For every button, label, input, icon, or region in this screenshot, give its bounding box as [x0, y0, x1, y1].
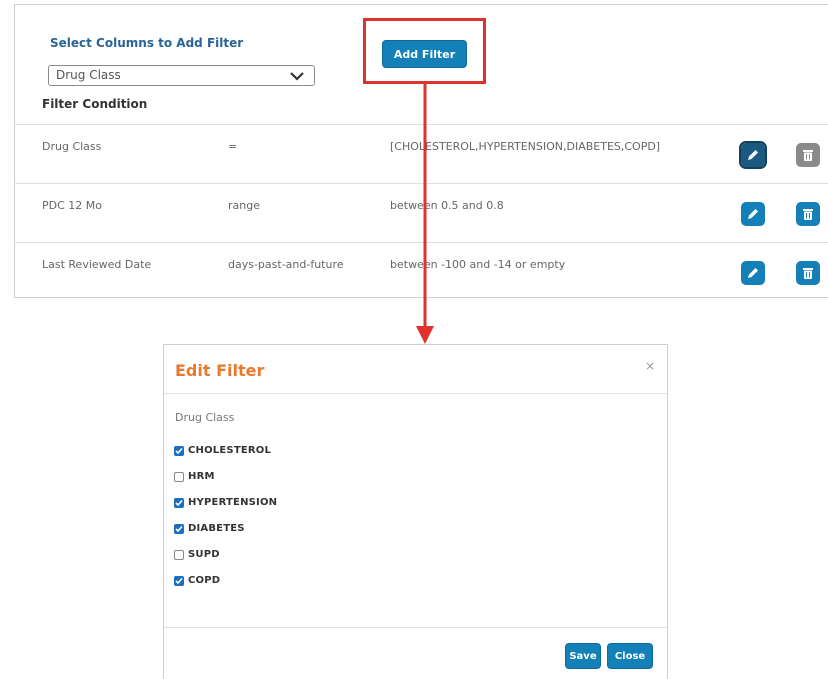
callout-arrow	[416, 82, 434, 344]
column-select[interactable]: Drug Class	[48, 65, 315, 86]
delete-button[interactable]	[796, 202, 820, 226]
row-column-cell: PDC 12 Mo	[42, 199, 102, 212]
checkbox-label: DIABETES	[188, 523, 245, 534]
checkbox[interactable]	[174, 575, 184, 586]
checkbox-option[interactable]: HYPERTENSION	[174, 497, 277, 508]
filter-condition-heading: Filter Condition	[42, 97, 148, 111]
trash-icon	[803, 268, 813, 279]
pencil-icon	[748, 209, 758, 219]
checkbox-label: HYPERTENSION	[188, 497, 278, 508]
modal-footer	[164, 627, 667, 628]
check-icon	[175, 499, 183, 506]
pencil-icon	[748, 268, 758, 278]
edit-button[interactable]	[739, 141, 767, 169]
trash-icon	[803, 150, 813, 161]
trash-icon	[803, 209, 813, 220]
add-filter-button[interactable]: Add Filter	[382, 40, 467, 68]
checkbox-option[interactable]: COPD	[174, 575, 220, 586]
checkbox[interactable]	[174, 497, 184, 508]
checkbox-label: SUPD	[188, 549, 220, 560]
row-operator-cell: range	[228, 199, 260, 212]
column-select-value: Drug Class	[56, 68, 121, 82]
modal-header: Edit Filter ×	[164, 345, 667, 394]
checkbox-label: COPD	[188, 575, 221, 586]
delete-button[interactable]	[796, 261, 820, 285]
checkbox[interactable]	[174, 445, 184, 456]
edit-filter-modal: Edit Filter × Drug Class CHOLESTEROL HRM…	[163, 344, 668, 679]
checkbox[interactable]	[174, 549, 184, 560]
delete-button[interactable]	[796, 143, 820, 167]
checkbox[interactable]	[174, 471, 184, 482]
checkbox-option[interactable]: HRM	[174, 471, 215, 482]
edit-button[interactable]	[741, 261, 765, 285]
checkbox-option[interactable]: DIABETES	[174, 523, 245, 534]
checkbox-option[interactable]: SUPD	[174, 549, 220, 560]
checkbox[interactable]	[174, 523, 184, 534]
close-icon[interactable]: ×	[645, 359, 655, 373]
checkbox-label: CHOLESTEROL	[188, 445, 272, 456]
checkbox-label: HRM	[188, 471, 215, 482]
row-column-cell: Drug Class	[42, 140, 102, 153]
chevron-down-icon	[290, 72, 304, 81]
close-button[interactable]: Close	[607, 643, 653, 669]
save-button[interactable]: Save	[565, 643, 601, 669]
check-icon	[175, 577, 183, 584]
check-icon	[175, 447, 183, 454]
row-operator-cell: days-past-and-future	[228, 258, 344, 271]
row-operator-cell: =	[228, 140, 238, 153]
pencil-icon	[748, 150, 758, 160]
select-columns-label: Select Columns to Add Filter	[50, 36, 244, 50]
row-column-cell: Last Reviewed Date	[42, 258, 152, 271]
check-icon	[175, 525, 183, 532]
modal-field-label: Drug Class	[175, 411, 235, 424]
modal-title: Edit Filter	[175, 361, 265, 380]
edit-button[interactable]	[741, 202, 765, 226]
checkbox-option[interactable]: CHOLESTEROL	[174, 445, 271, 456]
